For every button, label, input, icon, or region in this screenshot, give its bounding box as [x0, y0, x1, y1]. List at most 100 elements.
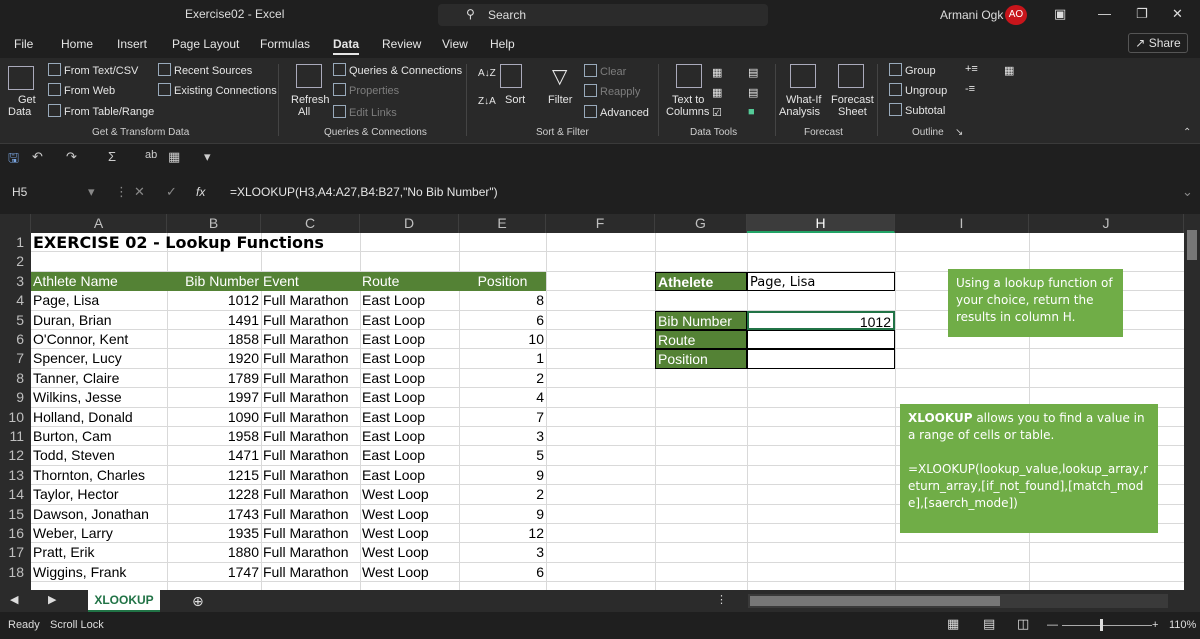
event-cell[interactable]: Full Marathon: [261, 543, 360, 562]
sheet-title[interactable]: EXERCISE 02 - Lookup Functions: [31, 233, 431, 252]
columns-label[interactable]: Columns: [666, 106, 709, 118]
analysis-label[interactable]: Analysis: [779, 106, 820, 118]
tab-page-layout[interactable]: Page Layout: [172, 37, 239, 51]
event-cell[interactable]: Full Marathon: [261, 505, 360, 524]
lookup-bib-value[interactable]: 1012: [747, 310, 895, 330]
athlete-name-cell[interactable]: Weber, Larry: [31, 524, 167, 543]
minimize-icon[interactable]: —: [1098, 6, 1111, 21]
expand-formula-icon[interactable]: ⌄: [1182, 184, 1193, 200]
tab-formulas[interactable]: Formulas: [260, 37, 310, 51]
athlete-name-cell[interactable]: Wiggins, Frank: [31, 563, 167, 582]
bib-number-cell[interactable]: 1215: [167, 466, 261, 485]
tab-view[interactable]: View: [442, 37, 468, 51]
route-cell[interactable]: East Loop: [360, 466, 459, 485]
row-header[interactable]: 17: [0, 543, 31, 563]
athlete-name-cell[interactable]: Duran, Brian: [31, 311, 167, 330]
athlete-name-cell[interactable]: Spencer, Lucy: [31, 349, 167, 368]
row-header[interactable]: 11: [0, 427, 31, 447]
enter-icon[interactable]: ✓: [166, 184, 177, 200]
worksheet-grid[interactable]: EXERCISE 02 - Lookup Functions Athlete N…: [31, 233, 1184, 590]
bib-number-cell[interactable]: 1471: [167, 446, 261, 465]
event-cell[interactable]: Full Marathon: [261, 349, 360, 368]
bib-number-cell[interactable]: 1743: [167, 505, 261, 524]
position-cell[interactable]: 3: [459, 543, 546, 562]
row-header[interactable]: 12: [0, 446, 31, 466]
position-cell[interactable]: 8: [459, 291, 546, 310]
route-cell[interactable]: East Loop: [360, 388, 459, 407]
tab-data[interactable]: Data: [333, 37, 360, 55]
sort-button[interactable]: Sort: [505, 94, 525, 106]
remove-duplicates-icon[interactable]: ▦: [712, 86, 722, 99]
queries-connections-button[interactable]: Queries & Connections: [333, 63, 462, 77]
sort-down-icon[interactable]: ▦: [168, 149, 180, 165]
event-cell[interactable]: Full Marathon: [261, 446, 360, 465]
athlete-name-cell[interactable]: Tanner, Claire: [31, 369, 167, 388]
text-to-label[interactable]: Text to: [672, 94, 704, 106]
row-header[interactable]: 16: [0, 524, 31, 544]
user-name[interactable]: Armani Ogk: [940, 8, 1003, 22]
name-box[interactable]: H5: [8, 182, 120, 202]
bib-number-cell[interactable]: 1491: [167, 311, 261, 330]
undo-icon[interactable]: ↶: [32, 149, 43, 165]
position-cell[interactable]: 9: [459, 505, 546, 524]
bib-number-cell[interactable]: 1228: [167, 485, 261, 504]
collapse-ribbon-icon[interactable]: ⌃: [1183, 127, 1191, 138]
next-sheet-icon[interactable]: ▶: [48, 593, 56, 606]
flash-fill-icon[interactable]: ▦: [712, 66, 722, 79]
select-all-corner[interactable]: [0, 214, 31, 233]
athlete-name-cell[interactable]: Page, Lisa: [31, 291, 167, 310]
column-header-c[interactable]: C: [261, 214, 360, 233]
route-cell[interactable]: East Loop: [360, 427, 459, 446]
tab-file[interactable]: File: [14, 37, 33, 51]
vertical-scroll-thumb[interactable]: [1187, 230, 1197, 260]
row-header[interactable]: [0, 582, 31, 591]
redo-icon[interactable]: ↷: [66, 149, 77, 165]
share-button[interactable]: ↗ Share: [1128, 33, 1188, 53]
athlete-name-cell[interactable]: Burton, Cam: [31, 427, 167, 446]
refresh-label[interactable]: Refresh: [291, 94, 330, 106]
row-header[interactable]: 15: [0, 504, 31, 524]
advanced-button[interactable]: Advanced: [584, 105, 649, 119]
save-icon[interactable]: 🖫: [8, 149, 19, 171]
lookup-route-value[interactable]: [747, 330, 895, 350]
bib-number-cell[interactable]: 1090: [167, 408, 261, 427]
vertical-scrollbar[interactable]: [1184, 214, 1200, 590]
xlookup-note[interactable]: XLOOKUP allows you to find a value in a …: [900, 404, 1158, 533]
data-analysis-icon[interactable]: ▦: [1004, 64, 1014, 77]
row-header[interactable]: 14: [0, 485, 31, 505]
ungroup-button[interactable]: Ungroup: [889, 83, 947, 97]
search-box[interactable]: ⚲ Search: [438, 4, 768, 26]
column-header-e[interactable]: E: [459, 214, 546, 233]
event-cell[interactable]: Full Marathon: [261, 427, 360, 446]
event-cell[interactable]: Full Marathon: [261, 524, 360, 543]
position-cell[interactable]: 6: [459, 311, 546, 330]
position-cell[interactable]: 9: [459, 466, 546, 485]
header-position[interactable]: Position: [459, 271, 546, 292]
position-cell[interactable]: 3: [459, 427, 546, 446]
position-cell[interactable]: 6: [459, 563, 546, 582]
edit-links-button[interactable]: Edit Links: [333, 105, 397, 119]
row-header[interactable]: 4: [0, 291, 31, 311]
instruction-note[interactable]: Using a lookup function of your choice, …: [948, 269, 1123, 337]
lookup-position-value[interactable]: [747, 349, 895, 369]
sheet-label[interactable]: Sheet: [838, 106, 867, 118]
row-header[interactable]: 1: [0, 233, 31, 253]
add-sheet-icon[interactable]: ⊕: [192, 593, 204, 610]
lookup-athlete-value[interactable]: Page, Lisa: [747, 271, 895, 292]
from-table-button[interactable]: From Table/Range: [48, 104, 154, 118]
position-cell[interactable]: 5: [459, 446, 546, 465]
position-cell[interactable]: 7: [459, 408, 546, 427]
header-event[interactable]: Event: [261, 271, 360, 292]
formula-input[interactable]: =XLOOKUP(H3,A4:A27,B4:B27,"No Bib Number…: [230, 185, 498, 199]
event-cell[interactable]: Full Marathon: [261, 408, 360, 427]
sort-za-icon[interactable]: Z↓A: [478, 96, 496, 107]
route-cell[interactable]: East Loop: [360, 330, 459, 349]
avatar[interactable]: AO: [1005, 5, 1027, 25]
athlete-name-cell[interactable]: Taylor, Hector: [31, 485, 167, 504]
tab-help[interactable]: Help: [490, 37, 515, 51]
tab-splitter-icon[interactable]: ⋮: [716, 593, 727, 606]
event-cell[interactable]: Full Marathon: [261, 311, 360, 330]
position-cell[interactable]: 4: [459, 388, 546, 407]
column-header-g[interactable]: G: [655, 214, 747, 233]
header-route[interactable]: Route: [360, 271, 459, 292]
